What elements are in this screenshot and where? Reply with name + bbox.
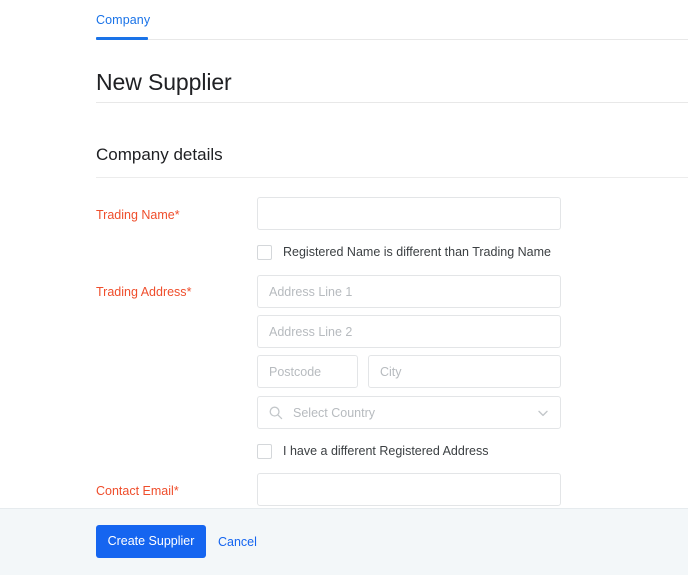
checkbox-registered-name-label: Registered Name is different than Tradin… <box>283 245 551 259</box>
tab-bar-divider <box>96 39 688 40</box>
chevron-down-icon[interactable] <box>536 406 550 420</box>
label-contact-email-text: Contact Email <box>96 484 174 498</box>
required-marker: * <box>174 208 180 222</box>
page-title: New Supplier <box>96 69 232 95</box>
tab-bar: Company <box>0 0 688 40</box>
required-marker: * <box>173 484 179 498</box>
city-input[interactable] <box>368 355 561 388</box>
contact-email-input[interactable] <box>257 473 561 506</box>
checkbox-registered-address-label: I have a different Registered Address <box>283 444 489 458</box>
country-select-value: Select Country <box>293 405 375 420</box>
required-marker: * <box>186 285 192 299</box>
page-title-divider <box>96 102 688 103</box>
checkbox-registered-name[interactable] <box>257 244 272 260</box>
trading-name-input[interactable] <box>257 197 561 230</box>
postcode-input[interactable] <box>257 355 358 388</box>
tab-active-indicator <box>96 37 148 40</box>
address-line-2-input[interactable] <box>257 315 561 348</box>
cancel-button[interactable]: Cancel <box>218 534 257 550</box>
tab-company[interactable]: Company <box>96 12 150 28</box>
registered-name-checkbox-row[interactable]: Registered Name is different than Tradin… <box>257 244 551 260</box>
registered-address-checkbox-row[interactable]: I have a different Registered Address <box>257 443 488 459</box>
label-trading-name-text: Trading Name <box>96 208 175 222</box>
label-trading-name: Trading Name* <box>96 207 180 223</box>
label-trading-address-text: Trading Address <box>96 285 187 299</box>
section-title-company-details: Company details <box>96 145 223 164</box>
checkbox-registered-address[interactable] <box>257 443 272 459</box>
create-supplier-button[interactable]: Create Supplier <box>96 525 206 558</box>
search-icon <box>269 406 283 419</box>
country-select[interactable]: Select Country <box>257 396 561 429</box>
section-divider <box>96 177 688 178</box>
label-trading-address: Trading Address* <box>96 284 191 300</box>
address-line-1-input[interactable] <box>257 275 561 308</box>
label-contact-email: Contact Email* <box>96 483 179 499</box>
